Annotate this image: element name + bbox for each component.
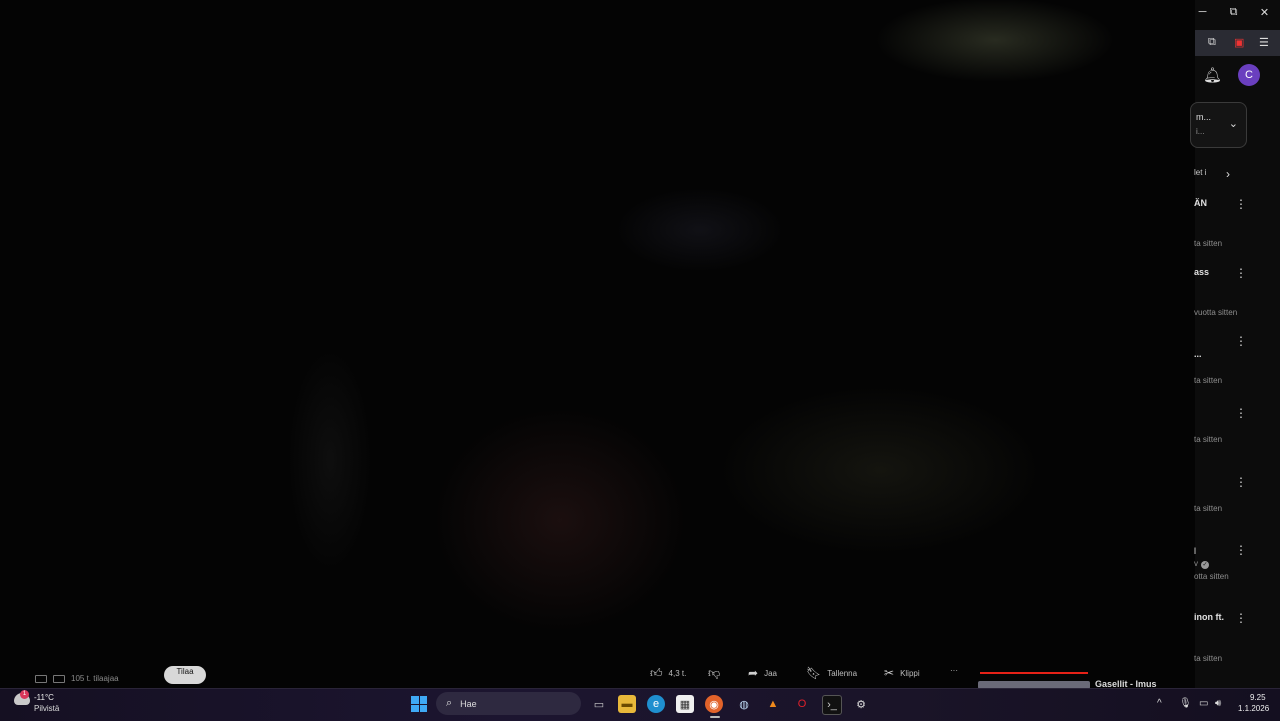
file-explorer-icon[interactable]: ▬ <box>618 695 636 713</box>
subscriber-count: 105 t. tilaajaa <box>71 674 119 683</box>
chevron-down-icon: ⌄ <box>1228 118 1238 130</box>
browser-toolbar: ⧉ ▣ ☰ <box>1195 30 1280 56</box>
avatar[interactable]: C <box>1238 64 1260 86</box>
channel-icon-2 <box>53 674 65 683</box>
taskbar <box>0 688 1280 721</box>
clip-button[interactable]: ✂ Klippi <box>884 666 920 680</box>
kebab-menu-icon[interactable]: ⋮ <box>1235 197 1247 211</box>
thumbs-up-icon: 👍︎ <box>650 666 663 680</box>
kebab-menu-icon[interactable]: ⋮ <box>1235 406 1247 420</box>
rec-title-2[interactable]: ass <box>1194 267 1209 277</box>
save-button[interactable]: 🔖︎ Tallenna <box>806 666 857 680</box>
verified-icon: ✓ <box>1201 561 1209 569</box>
weather-temperature[interactable]: -11°C <box>34 693 54 702</box>
more-actions-label: ··· <box>950 666 958 675</box>
like-count: 4,3 t. <box>668 669 687 678</box>
chip-line-1: m... <box>1196 112 1211 122</box>
taskbar-search[interactable]: ⌕ Hae <box>436 692 581 715</box>
kebab-menu-icon[interactable]: ⋮ <box>1235 543 1247 557</box>
rec-meta-6: otta sitten <box>1194 572 1229 581</box>
rec-channel-6-text: v <box>1194 559 1198 568</box>
share-label: Jaa <box>764 668 777 678</box>
rec-title-7[interactable]: inon ft. <box>1194 612 1224 622</box>
bookmark-icon: 🔖︎ <box>806 666 822 680</box>
filter-chip[interactable]: let i <box>1194 168 1206 177</box>
video-player[interactable] <box>0 0 1195 688</box>
rec-meta-7: ta sitten <box>1194 654 1223 663</box>
kebab-menu-icon[interactable]: ⋮ <box>1235 334 1247 348</box>
maximize-button[interactable]: ⧉ <box>1218 6 1249 19</box>
chevron-right-icon[interactable]: › <box>1226 167 1230 181</box>
settings-icon[interactable]: ⚙ <box>852 695 870 713</box>
chevron-up-icon[interactable]: ^ <box>1157 698 1162 709</box>
search-icon: ⌕ <box>446 697 453 709</box>
weather-description[interactable]: Pilvistä <box>34 704 59 713</box>
rec-title-1[interactable]: ÄN <box>1194 198 1207 208</box>
search-placeholder: Hae <box>460 698 477 709</box>
firefox-icon[interactable]: ◉ <box>705 695 723 713</box>
thumbs-down-icon: 👎︎ <box>708 666 721 680</box>
opera-icon[interactable]: O <box>793 695 811 713</box>
share-icon: ➦ <box>748 666 759 680</box>
volume-icon[interactable]: 🔊︎ <box>1215 698 1221 709</box>
rec-meta-1: ta sitten <box>1194 239 1223 248</box>
minimize-button[interactable]: ─ <box>1187 6 1218 19</box>
rec-channel-6: v ✓ <box>1194 559 1209 569</box>
scissors-icon: ✂ <box>884 666 895 680</box>
like-button[interactable]: 👍︎ 4,3 t. <box>650 666 686 681</box>
clip-label: Klippi <box>900 668 920 678</box>
windows-start-icon[interactable] <box>411 696 427 712</box>
weather-badge: 1 <box>20 690 29 699</box>
edge-browser-icon[interactable]: e <box>647 695 665 713</box>
notifications-bell-icon[interactable]: 🔔︎ <box>1203 66 1222 84</box>
kebab-menu-icon[interactable]: ⋮ <box>1235 266 1247 280</box>
menu-icon[interactable]: ☰ <box>1259 36 1269 49</box>
task-view-icon[interactable]: ▭ <box>590 695 608 713</box>
store-icon[interactable]: ▦ <box>676 695 694 713</box>
clock-date[interactable]: 1.1.2026 <box>1238 704 1269 713</box>
more-actions-button[interactable]: ··· <box>950 666 958 675</box>
clock-time[interactable]: 9.25 <box>1250 693 1266 702</box>
microphone-icon[interactable]: 🎙︎ <box>1179 698 1192 709</box>
rec-meta-2: vuotta sitten <box>1194 308 1238 317</box>
miniplayer-progress <box>980 672 1088 674</box>
terminal-icon[interactable]: ›_ <box>822 695 842 715</box>
rec-meta-3: ta sitten <box>1194 376 1223 385</box>
active-app-indicator <box>710 716 720 718</box>
steam-icon[interactable]: ◍ <box>735 695 753 713</box>
save-label: Tallenna <box>827 668 858 678</box>
extensions-icon[interactable]: ⧉ <box>1208 36 1216 49</box>
chip-line-2: i... <box>1196 127 1205 136</box>
close-button[interactable]: ✕ <box>1249 6 1280 19</box>
network-icon[interactable]: ▭ <box>1199 698 1208 709</box>
kebab-menu-icon[interactable]: ⋮ <box>1235 475 1247 489</box>
rec-meta-5: ta sitten <box>1194 504 1223 513</box>
window-controls: ─ ⧉ ✕ <box>1187 6 1280 19</box>
kebab-menu-icon[interactable]: ⋮ <box>1235 611 1247 625</box>
channel-subscribers: 105 t. tilaajaa <box>35 674 119 683</box>
rec-title-3[interactable]: ... <box>1194 349 1202 359</box>
dislike-button[interactable]: 👎︎ <box>708 666 720 681</box>
subscribe-button[interactable]: Tilaa <box>164 666 206 684</box>
rec-title-6[interactable]: l <box>1194 546 1196 556</box>
playlist-chip[interactable]: m... i... ⌄ <box>1190 102 1247 148</box>
vlc-icon[interactable]: ▲ <box>764 695 782 713</box>
addon-icon[interactable]: ▣ <box>1234 36 1244 49</box>
share-button[interactable]: ➦ Jaa <box>748 666 777 680</box>
channel-icon <box>35 674 47 683</box>
rec-meta-4: ta sitten <box>1194 435 1223 444</box>
